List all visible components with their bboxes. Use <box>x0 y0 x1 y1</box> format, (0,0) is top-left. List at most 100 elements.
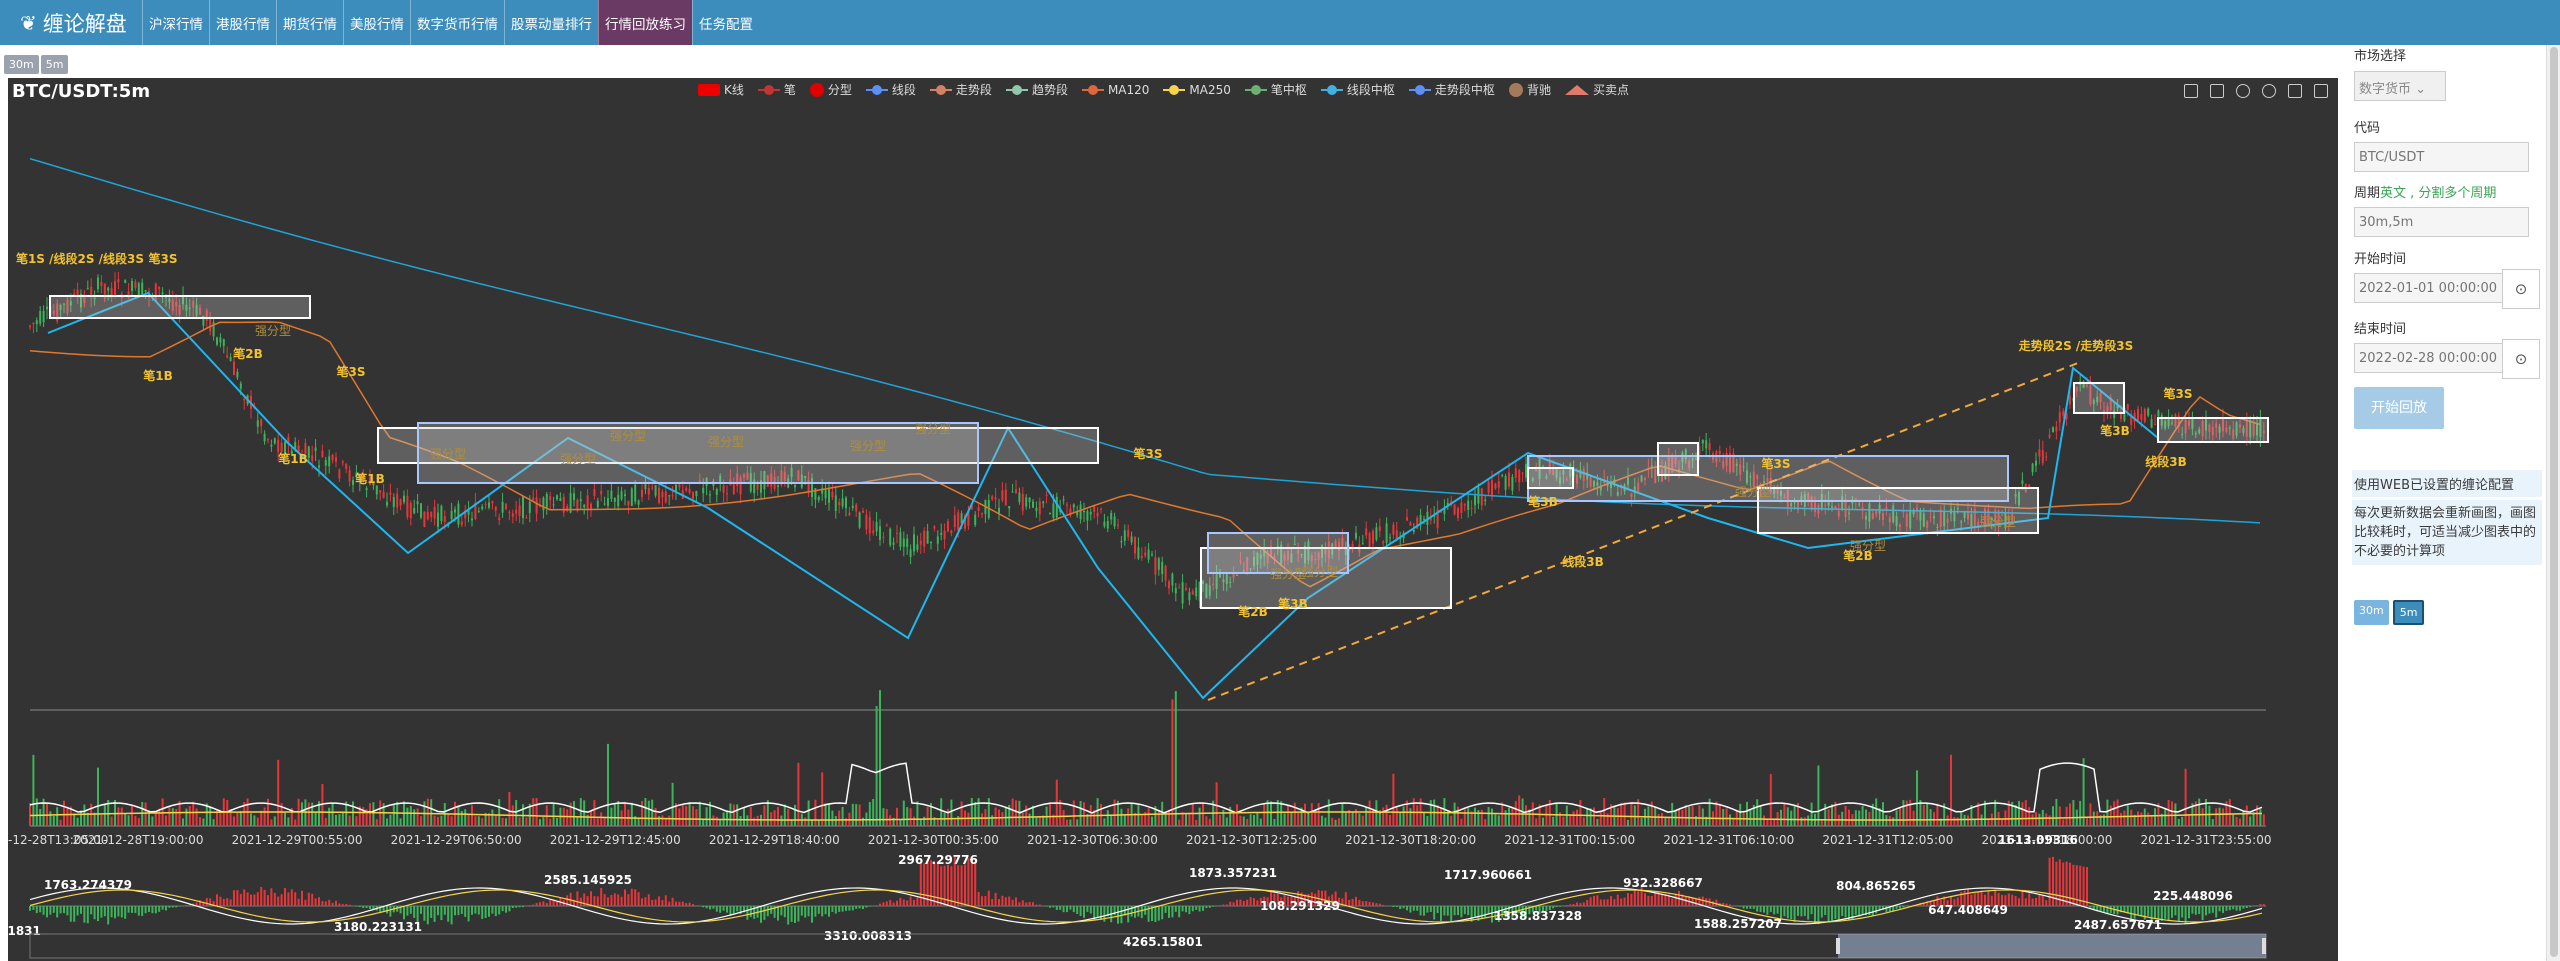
volume-bar <box>1273 818 1276 826</box>
macd-bar <box>1593 895 1595 906</box>
nav-item-us[interactable]: 美股行情 <box>343 0 410 45</box>
candle-body <box>239 383 242 389</box>
legend-item[interactable]: 走势段中枢 <box>1408 81 1495 98</box>
macd-bar <box>403 906 405 920</box>
candle-body <box>1511 476 1514 491</box>
zoom-icon[interactable] <box>2184 84 2198 98</box>
macd-bar <box>1406 906 1408 911</box>
nav-item-hk[interactable]: 港股行情 <box>209 0 276 45</box>
macd-bar <box>2164 906 2167 919</box>
market-select[interactable]: 数字货币 ⌄ <box>2354 71 2446 101</box>
volume-bar <box>1215 782 1218 826</box>
legend-item[interactable]: 笔 <box>757 81 796 98</box>
legend-item[interactable]: 买卖点 <box>1564 81 1629 98</box>
macd-bar <box>1049 906 1051 908</box>
nav-item-momentum[interactable]: 股票动量排行 <box>504 0 598 45</box>
legend-item[interactable]: 趋势段 <box>1005 81 1068 98</box>
signal-label: 强分型 <box>1980 515 2016 529</box>
macd-bar <box>1382 904 1385 906</box>
macd-bar <box>1202 906 1204 911</box>
clock-icon[interactable]: ⊙ <box>2502 339 2540 379</box>
config-note: 使用WEB已设置的缠论配置 <box>2352 470 2542 497</box>
legend-label: 笔 <box>783 83 796 97</box>
nav-item-replay[interactable]: 行情回放练习 <box>598 0 692 45</box>
macd-bar <box>1807 906 1810 920</box>
scrollbar-thumb[interactable] <box>2550 47 2558 957</box>
macd-bar <box>630 888 633 906</box>
data-view-icon[interactable] <box>2288 84 2302 98</box>
macd-bar <box>1457 906 1459 916</box>
end-time-input[interactable] <box>2354 343 2504 373</box>
legend-item[interactable]: K线 <box>698 81 744 98</box>
legend-item[interactable]: 背驰 <box>1508 81 1551 98</box>
volume-bar <box>2065 806 2068 826</box>
macd-bar <box>1820 906 1823 918</box>
nav-item-crypto[interactable]: 数字货币行情 <box>410 0 504 45</box>
leaf-icon: ❦ <box>20 10 37 35</box>
start-time-input[interactable] <box>2354 273 2504 303</box>
legend-item[interactable]: MA120 <box>1081 81 1149 98</box>
candle-body <box>307 446 310 459</box>
candle-body <box>1123 530 1126 541</box>
nav-item-futures[interactable]: 期货行情 <box>276 0 343 45</box>
candle-body <box>107 287 110 291</box>
candle-body <box>1171 573 1174 586</box>
sidebar-tab-5m[interactable]: 5m <box>2392 600 2425 625</box>
code-input[interactable] <box>2354 142 2529 172</box>
page-scrollbar[interactable] <box>2546 45 2560 961</box>
volume-bar <box>794 804 796 826</box>
hub-box <box>2073 382 2125 414</box>
volume-bar <box>756 815 759 826</box>
legend-label: 趋势段 <box>1031 83 1068 97</box>
legend-item[interactable]: 线段 <box>865 81 916 98</box>
refresh-icon[interactable] <box>2236 84 2250 98</box>
start-replay-button[interactable]: 开始回放 <box>2354 387 2444 429</box>
tab-5m[interactable]: 5m <box>40 55 69 74</box>
hub-box <box>417 422 979 484</box>
restore-icon[interactable] <box>2262 84 2276 98</box>
sidebar-tab-30m[interactable]: 30m <box>2354 600 2389 625</box>
macd-bar <box>423 906 426 921</box>
legend-item[interactable]: 线段中枢 <box>1320 81 1395 98</box>
nav-item-tasks[interactable]: 任务配置 <box>692 0 759 45</box>
volume-bar <box>1661 813 1663 826</box>
clock-icon[interactable]: ⊙ <box>2502 269 2540 309</box>
candle-body <box>838 502 841 506</box>
fullscreen-icon[interactable] <box>2314 84 2328 98</box>
chart-canvas[interactable]: 笔1S /线段2S /线段3S 笔3S 笔1B 笔2B 笔3S 笔1B 笔1B 笔3S 笔2B 笔… <box>8 78 2338 961</box>
macd-bar <box>1627 893 1629 906</box>
period-input[interactable] <box>2354 207 2529 237</box>
candle-body <box>1004 489 1007 506</box>
candle-body <box>824 489 827 499</box>
volume-bar <box>1895 810 1898 826</box>
chart-panel[interactable]: 笔1S /线段2S /线段3S 笔3S 笔1B 笔2B 笔3S 笔1B 笔1B 笔3S 笔2B 笔… <box>8 78 2338 961</box>
nav-item-hs[interactable]: 沪深行情 <box>142 0 209 45</box>
volume-bar <box>2123 810 2126 826</box>
macd-bar <box>1695 898 1697 906</box>
volume-bar <box>1980 814 1983 826</box>
candle-body <box>270 444 273 447</box>
macd-bar <box>1837 906 1840 920</box>
macd-bar <box>484 906 487 918</box>
macd-bar <box>2181 906 2184 918</box>
volume-bar <box>1919 800 1922 826</box>
candle-body <box>1406 517 1408 521</box>
macd-bar <box>508 906 511 912</box>
legend-item[interactable]: 笔中枢 <box>1244 81 1307 98</box>
volume-bar <box>185 808 188 826</box>
volume-bar <box>1739 803 1742 826</box>
macd-bar <box>406 906 409 916</box>
volume-bar <box>1582 817 1585 826</box>
candle-body <box>97 277 99 290</box>
candle-body <box>256 420 259 427</box>
candle-body <box>579 499 582 502</box>
candle-body <box>702 487 705 494</box>
zoom-reset-icon[interactable] <box>2210 84 2224 98</box>
brand-logo[interactable]: ❦ 缠论解盘 <box>0 0 142 45</box>
candle-body <box>2035 460 2037 466</box>
legend-item[interactable]: MA250 <box>1163 81 1231 98</box>
legend-item[interactable]: 分型 <box>809 81 852 98</box>
volume-bar <box>1494 814 1497 826</box>
tab-30m[interactable]: 30m <box>4 55 39 74</box>
legend-item[interactable]: 走势段 <box>929 81 992 98</box>
